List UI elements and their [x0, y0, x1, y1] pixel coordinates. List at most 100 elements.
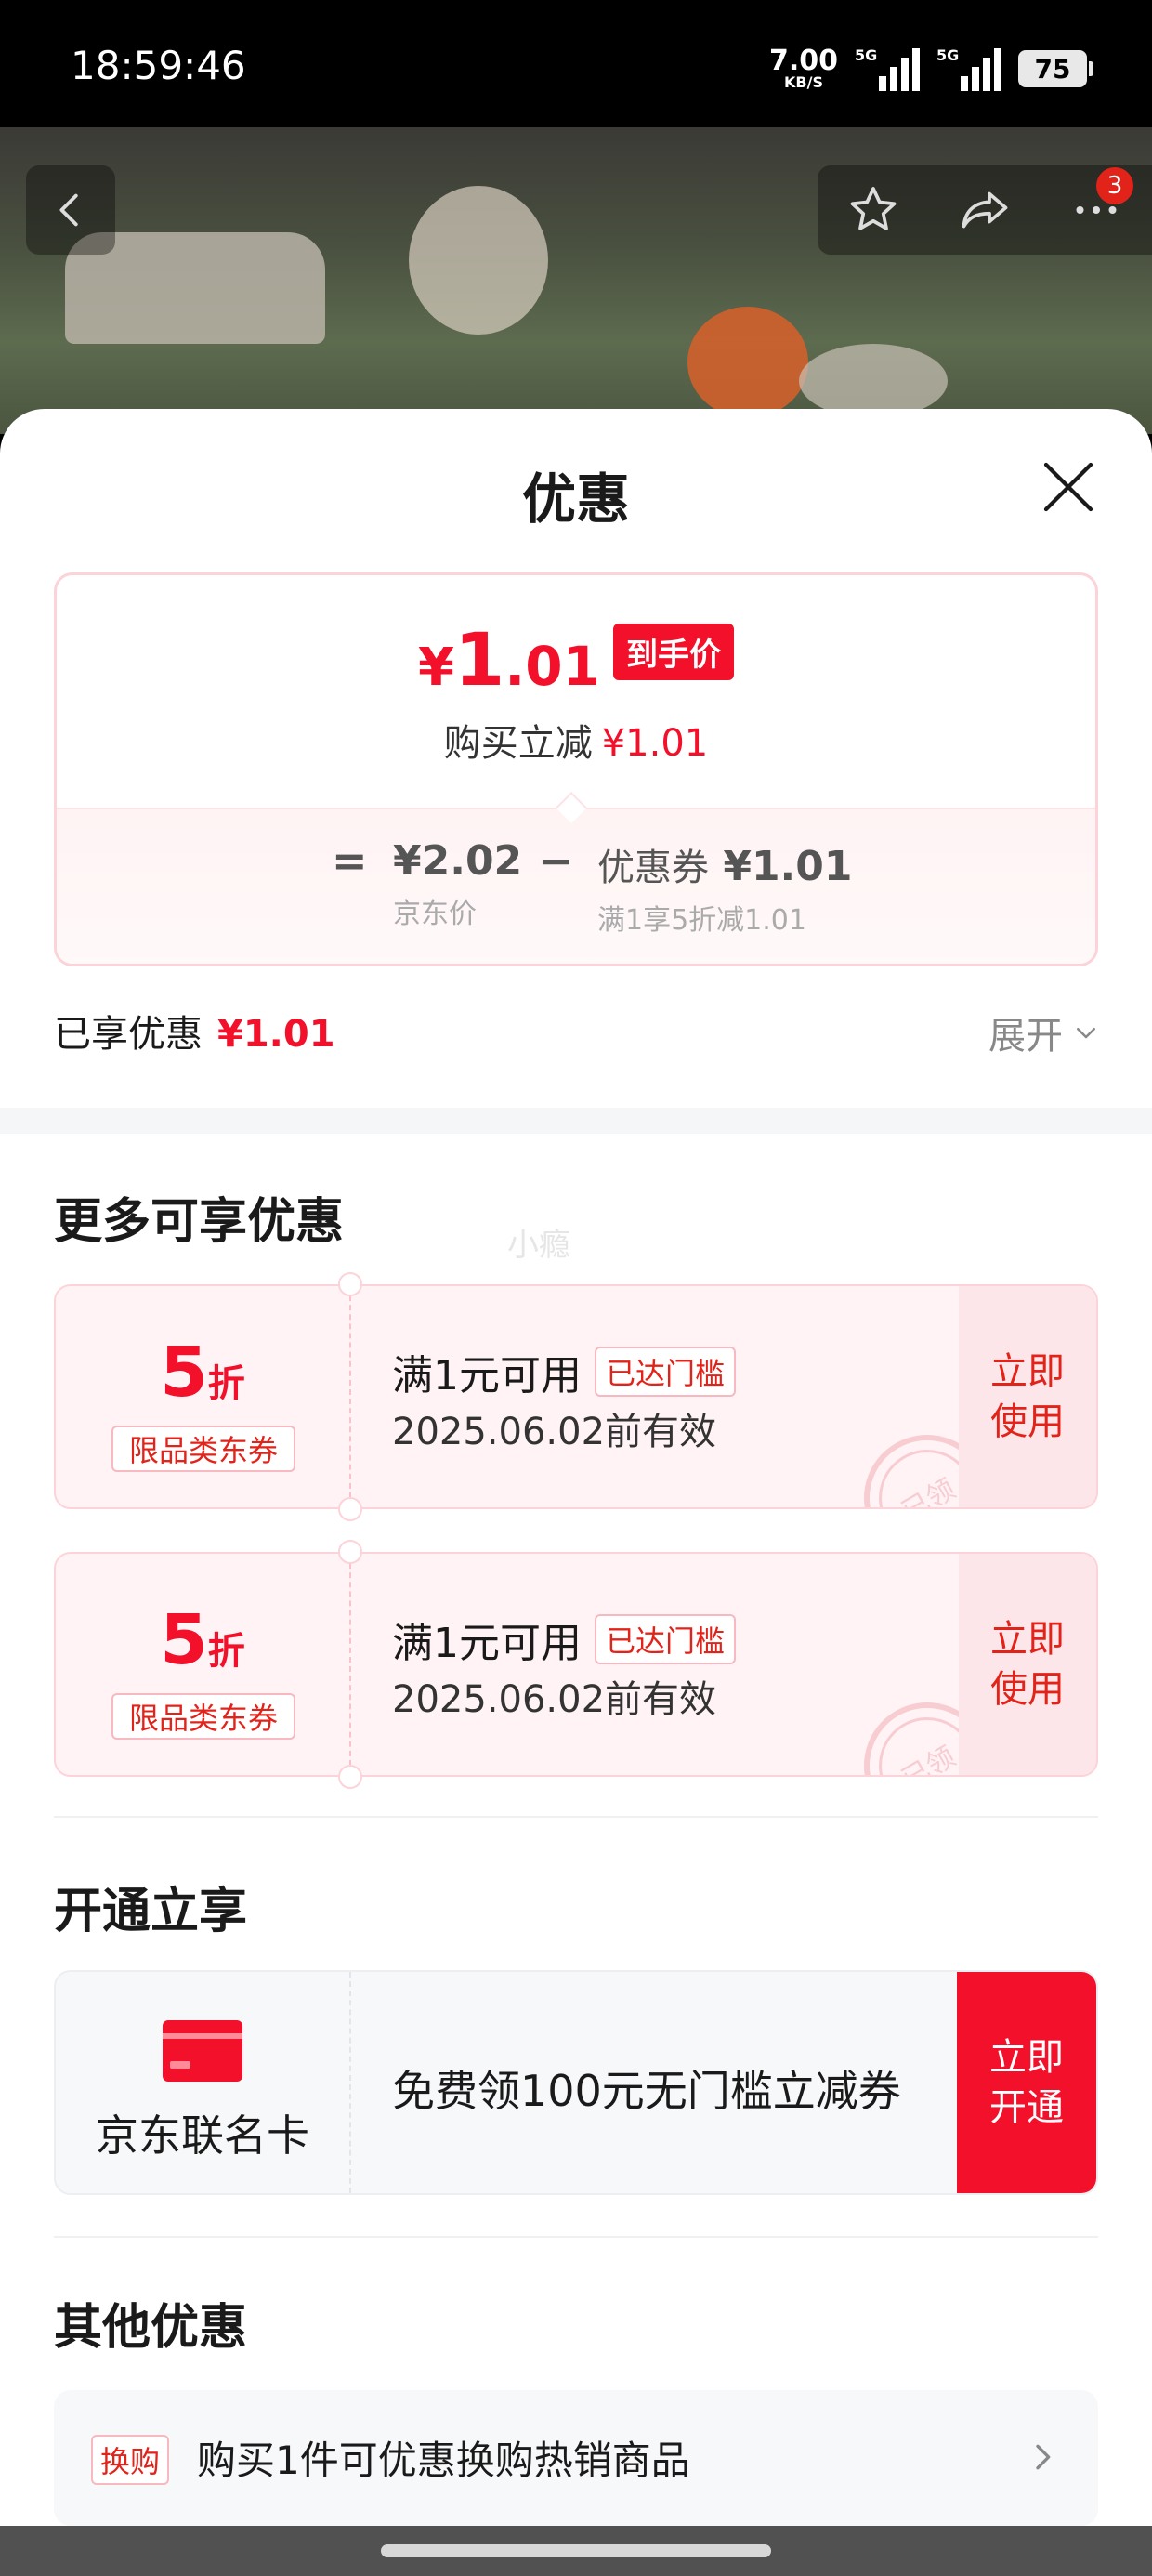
purchase-reduction-amount: ¥1.01	[601, 722, 709, 765]
card-promo-desc: 免费领100元无门槛立减券	[392, 2066, 901, 2116]
signal-2-icon: 5G	[936, 46, 1001, 91]
other-offers-title: 其他优惠	[54, 2300, 248, 2356]
coupon-threshold-tag: 已达门槛	[595, 1347, 737, 1397]
coupon-rate-number: 5	[160, 1333, 208, 1413]
final-price: ¥1.01	[418, 624, 600, 697]
coupon-left: 5折 限品类东券	[56, 1286, 351, 1507]
network-speed-value: 7.00	[768, 45, 838, 77]
chevron-down-icon	[1077, 1028, 1095, 1039]
jd-price: ¥2.02	[393, 837, 523, 885]
sheet-title: 优惠	[521, 467, 630, 531]
gesture-bar-area	[0, 2526, 1152, 2576]
jd-price-block: ¥2.02 京东价	[393, 837, 522, 931]
final-price-symbol: ¥	[418, 637, 454, 698]
minus-sign: −	[538, 835, 574, 886]
coupon-threshold-tag: 已达门槛	[595, 1614, 737, 1664]
coupon-punch	[338, 1765, 362, 1789]
coupon-rate-unit: 折	[207, 1362, 245, 1405]
battery-level: 75	[1034, 53, 1071, 85]
coupon-rate: 5折	[56, 1333, 349, 1413]
expand-button[interactable]: 展开	[988, 1005, 1100, 1059]
photo-shape	[409, 186, 548, 335]
purchase-reduction-row: 购买立减 ¥1.01	[57, 713, 1095, 767]
back-button[interactable]	[26, 165, 115, 255]
network-speed-unit: KB/S	[784, 73, 823, 91]
coupon-condition: 满1元可用	[392, 1352, 582, 1400]
enjoyed-discount-row: 已享优惠 ¥1.01	[54, 1004, 335, 1058]
final-price-tag: 到手价	[613, 624, 734, 680]
trade-in-tag: 换购	[91, 2435, 170, 2485]
coupon-discount-block: 优惠券 ¥1.01 满1享5折减1.01	[597, 837, 853, 938]
signal-1-icon: 5G	[855, 46, 920, 91]
coupon-rate-number: 5	[160, 1600, 208, 1680]
coupon-discount-desc: 满1享5折减1.01	[597, 904, 806, 937]
use-now-button[interactable]: 立即使用	[959, 1554, 1096, 1775]
coupon-condition-row: 满1元可用 已达门槛	[392, 1610, 737, 1669]
enjoyed-discount-amount: ¥1.01	[217, 1013, 335, 1056]
offers-sheet: 优惠 ¥1.01 到手价 购买立减 ¥1.01 = ¥2.02 京东价 − 优惠…	[0, 409, 1152, 2526]
signal-2-label: 5G	[936, 46, 960, 64]
section-divider	[0, 1108, 1152, 1134]
claimed-stamp-text: 已领	[897, 1740, 962, 1777]
open-section-title: 开通立享	[54, 1884, 248, 1939]
price-summary-card: ¥1.01 到手价 购买立减 ¥1.01 = ¥2.02 京东价 − 优惠券 ¥1…	[54, 572, 1098, 966]
share-icon[interactable]	[957, 182, 1013, 238]
photo-shape	[799, 344, 948, 418]
final-price-integer: 1	[453, 619, 505, 703]
final-price-decimal: .01	[504, 635, 600, 698]
coupon-punch	[338, 1272, 362, 1296]
final-price-row: ¥1.01 到手价	[57, 624, 1095, 697]
coupon-punch	[338, 1497, 362, 1521]
coupon-condition-row: 满1元可用 已达门槛	[392, 1342, 737, 1401]
coupon-validity: 2025.06.02前有效	[392, 1678, 717, 1721]
card-promo-left: 京东联名卡	[56, 1972, 351, 2193]
coupon-rate-unit: 折	[207, 1630, 245, 1673]
screen: 18:59:46 7.00 KB/S 5G 5G 75 3 优惠 ¥1.01 到…	[0, 0, 1152, 2576]
battery-icon: 75	[1018, 50, 1093, 87]
use-now-button[interactable]: 立即使用	[959, 1286, 1096, 1507]
more-offers-title: 更多可享优惠	[54, 1194, 345, 1250]
coupon-type: 限品类东券	[111, 1426, 295, 1472]
coupon-card: 5折 限品类东券 满1元可用 已达门槛 2025.06.02前有效 已领 立即使…	[54, 1552, 1098, 1777]
photo-shape	[687, 307, 808, 418]
coupon-punch	[338, 1540, 362, 1564]
coupon-left: 5折 限品类东券	[56, 1554, 351, 1775]
credit-card-icon	[163, 2020, 242, 2082]
open-now-label: 立即开通	[989, 2036, 1064, 2129]
star-icon[interactable]	[845, 182, 901, 238]
use-now-label: 立即使用	[990, 1350, 1065, 1443]
close-icon[interactable]	[1039, 457, 1098, 517]
price-breakdown: = ¥2.02 京东价 − 优惠券 ¥1.01 满1享5折减1.01	[57, 808, 1095, 964]
chevron-left-icon	[59, 193, 78, 227]
trade-in-text: 购买1件可优惠换购热销商品	[197, 2438, 690, 2483]
cobrand-card-promo: 京东联名卡 免费领100元无门槛立减券 立即开通	[54, 1970, 1098, 2195]
open-now-button[interactable]: 立即开通	[957, 1972, 1096, 2193]
status-bar: 18:59:46 7.00 KB/S 5G 5G 75	[0, 0, 1152, 127]
notification-badge: 3	[1096, 167, 1133, 204]
trade-in-offer-row[interactable]: 换购 购买1件可优惠换购热销商品	[54, 2390, 1098, 2526]
coupon-rate: 5折	[56, 1600, 349, 1680]
status-time: 18:59:46	[71, 43, 246, 88]
purchase-reduction-label: 购买立减	[443, 722, 593, 765]
price-summary-top: ¥1.01 到手价 购买立减 ¥1.01	[57, 575, 1095, 808]
status-indicators: 7.00 KB/S 5G 5G 75	[769, 43, 1093, 95]
watermark-text: 小瘾	[507, 1227, 570, 1264]
card-name: 京东联名卡	[96, 2110, 309, 2161]
section-separator	[54, 1816, 1098, 1818]
coupon-type: 限品类东券	[111, 1693, 295, 1740]
signal-1-label: 5G	[855, 46, 878, 64]
home-gesture-handle[interactable]	[381, 2544, 771, 2557]
jd-price-label: 京东价	[393, 898, 477, 930]
enjoyed-discount-label: 已享优惠	[54, 1013, 203, 1056]
network-speed: 7.00 KB/S	[769, 47, 838, 90]
coupon-discount-label: 优惠券	[597, 847, 709, 889]
coupon-condition: 满1元可用	[392, 1620, 582, 1667]
claimed-stamp-text: 已领	[897, 1472, 962, 1509]
equals-sign: =	[332, 835, 368, 886]
coupon-discount-amount: ¥1.01	[723, 843, 853, 890]
section-separator	[54, 2236, 1098, 2238]
coupon-card: 5折 限品类东券 满1元可用 已达门槛 2025.06.02前有效 已领 立即使…	[54, 1284, 1098, 1509]
chevron-right-icon	[1036, 2444, 1051, 2470]
use-now-label: 立即使用	[990, 1618, 1065, 1711]
expand-label: 展开	[988, 1015, 1063, 1058]
